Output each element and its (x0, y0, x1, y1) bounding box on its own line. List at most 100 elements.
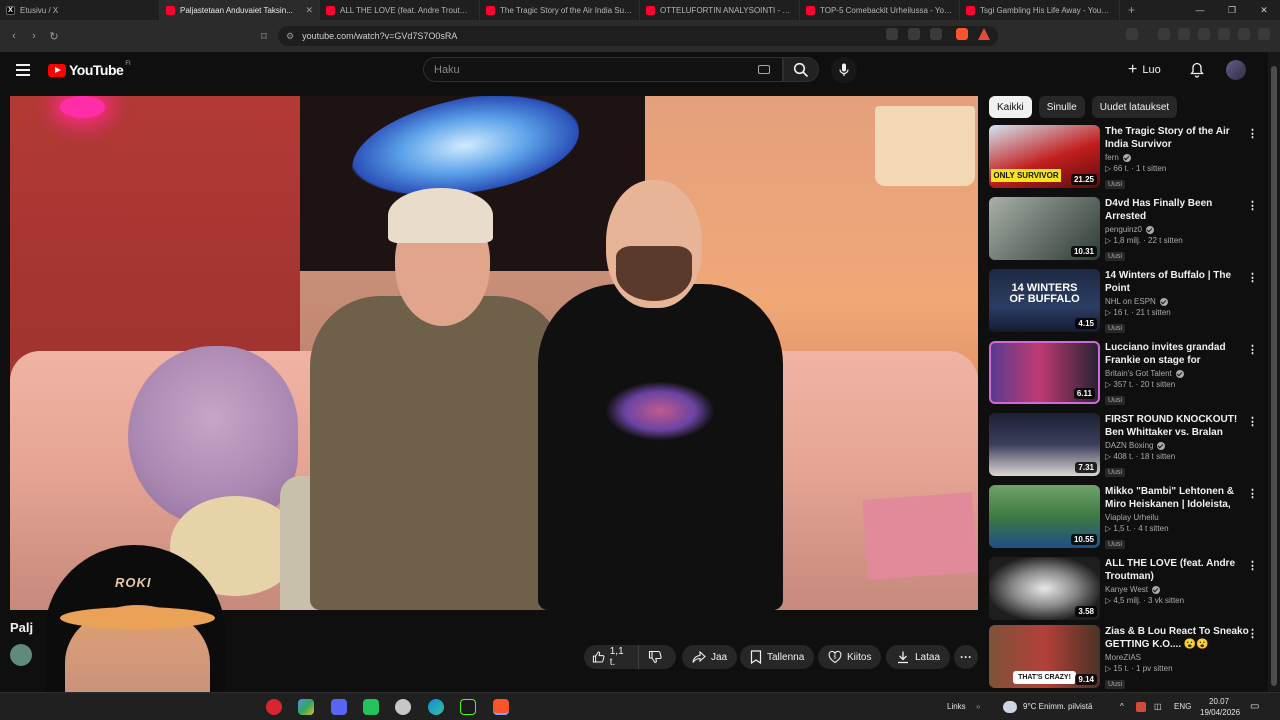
browser-tab[interactable]: OTTELUFORTIN ANALYSOINTI - YouT... (640, 0, 800, 20)
save-button[interactable]: Tallenna (740, 645, 815, 669)
recommendation-channel[interactable]: Britain's Got Talent (1105, 369, 1253, 378)
browser-tab[interactable]: TOP-5 Comebackit Urheilussa - YouT... (800, 0, 960, 20)
video-thumbnail[interactable]: 10.31 (989, 197, 1100, 260)
recommendation-title[interactable]: Lucciano invites grandad Frankie on stag… (1105, 341, 1253, 367)
tray-app-icon[interactable] (1136, 702, 1146, 712)
voice-search-button[interactable] (831, 57, 857, 83)
recommendation-title[interactable]: D4vd Has Finally Been Arrested (1105, 197, 1253, 223)
cast-icon[interactable] (908, 28, 920, 40)
app-icon[interactable] (363, 699, 379, 715)
more-vertical-icon[interactable]: ⋮ (1247, 487, 1258, 500)
dislike-button[interactable] (639, 645, 676, 669)
chevron-icon[interactable]: » (976, 702, 980, 711)
hamburger-menu-icon[interactable] (16, 64, 30, 76)
browser-tab-active[interactable]: Paljastetaan Anduvaiet Taksin... ✕ (160, 0, 320, 20)
chip-sinulle[interactable]: Sinulle (1038, 96, 1085, 118)
download-button[interactable]: Lataa (886, 645, 951, 669)
close-tab-icon[interactable]: ✕ (305, 5, 313, 16)
more-vertical-icon[interactable]: ⋮ (1247, 627, 1258, 640)
recommendation-title[interactable]: FIRST ROUND KNOCKOUT! Ben Whittaker vs. … (1105, 413, 1253, 439)
video-thumbnail[interactable]: 7.31 (989, 413, 1100, 476)
vpn-icon[interactable] (1238, 28, 1250, 40)
account-avatar[interactable] (1226, 60, 1246, 80)
recommendation-title[interactable]: 14 Winters of Buffalo | The Point (1105, 269, 1253, 295)
recommendation-item[interactable]: 10.55 Mikko "Bambi" Lehtonen & Miro Heis… (989, 485, 1269, 549)
more-vertical-icon[interactable]: ⋮ (1247, 415, 1258, 428)
page-scrollbar[interactable] (1268, 52, 1280, 692)
recommendation-title[interactable]: The Tragic Story of the Air India Surviv… (1105, 125, 1253, 151)
search-input[interactable] (434, 63, 734, 76)
menu-icon[interactable] (1258, 28, 1270, 40)
browser-tab-x[interactable]: X Etusivu / X (0, 0, 160, 20)
leo-icon[interactable] (1218, 28, 1230, 40)
video-thumbnail[interactable]: 3.58 (989, 557, 1100, 620)
search-button[interactable] (783, 57, 819, 82)
recommendation-channel[interactable]: Kanye West (1105, 585, 1253, 594)
close-window-icon[interactable]: ✕ (1248, 0, 1280, 20)
browser-tab[interactable]: Tsgi Gambling His Life Away - YouTu... (960, 0, 1120, 20)
translate-icon[interactable] (886, 28, 898, 40)
reload-icon[interactable]: ↻ (44, 30, 64, 43)
site-info-icon[interactable]: ⚙ (286, 31, 294, 42)
more-actions-button[interactable]: ··· (954, 645, 978, 669)
recommendation-item[interactable]: 7.31 FIRST ROUND KNOCKOUT! Ben Whittaker… (989, 413, 1269, 477)
clock-date[interactable]: 19/04/2026 (1200, 708, 1240, 717)
chip-kaikki[interactable]: Kaikki (989, 96, 1032, 118)
keyboard-icon[interactable] (758, 65, 770, 74)
sidebar-icon[interactable] (1178, 28, 1190, 40)
weather-text[interactable]: 9°C Enimm. pilvistä (1023, 702, 1092, 711)
app-icon[interactable] (298, 699, 314, 715)
edge-icon[interactable] (428, 699, 444, 715)
extension-icon[interactable] (1126, 28, 1138, 40)
recommendation-item[interactable]: ONLY SURVIVOR 21.25 The Tragic Story of … (989, 125, 1269, 189)
recommendation-item[interactable]: 6.11 Lucciano invites grandad Frankie on… (989, 341, 1269, 405)
app-icon[interactable] (460, 699, 476, 715)
recommendation-item[interactable]: 3.58 ALL THE LOVE (feat. Andre Troutman)… (989, 557, 1269, 621)
chip-uudet-lataukset[interactable]: Uudet lataukset (1091, 96, 1178, 118)
create-button[interactable]: + Luo (1128, 61, 1161, 79)
maximize-icon[interactable]: ❐ (1216, 0, 1248, 20)
more-vertical-icon[interactable]: ⋮ (1247, 127, 1258, 140)
language-indicator[interactable]: ENG (1174, 702, 1191, 711)
recommendation-item[interactable]: 14 WINTERS OF BUFFALO 4.15 14 Winters of… (989, 269, 1269, 333)
video-thumbnail[interactable]: 10.55 (989, 485, 1100, 548)
video-thumbnail[interactable]: 6.11 (989, 341, 1100, 404)
network-icon[interactable]: ◫ (1154, 702, 1162, 711)
new-tab-icon[interactable]: + (1128, 3, 1135, 17)
browser-tab[interactable]: ALL THE LOVE (feat. Andre Troutman... (320, 0, 480, 20)
recommendation-title[interactable]: Mikko "Bambi" Lehtonen & Miro Heiskanen … (1105, 485, 1253, 511)
recommendation-channel[interactable]: penguinz0 (1105, 225, 1253, 234)
scrollbar-thumb[interactable] (1271, 66, 1277, 686)
more-vertical-icon[interactable]: ⋮ (1247, 271, 1258, 284)
recommendation-channel[interactable]: fern (1105, 153, 1253, 162)
video-thumbnail[interactable]: THAT'S CRAZY! 9.14 (989, 625, 1100, 688)
tray-chevron-icon[interactable]: ^ (1120, 702, 1124, 711)
channel-avatar[interactable] (10, 644, 32, 666)
share-page-icon[interactable] (930, 28, 942, 40)
recommendation-channel[interactable]: MoreZIAS (1105, 653, 1253, 662)
share-button[interactable]: Jaa (682, 645, 738, 669)
recommendation-channel[interactable]: NHL on ESPN (1105, 297, 1253, 306)
recommendation-channel[interactable]: DAZN Boxing (1105, 441, 1253, 450)
brave-shields-icon[interactable] (956, 28, 968, 40)
media-icon[interactable] (1158, 28, 1170, 40)
brave-icon[interactable] (493, 699, 509, 715)
recommendation-title[interactable]: Zias & B Lou React To Sneako GETTING K.O… (1105, 625, 1253, 651)
like-button[interactable]: 1,1 t. (584, 645, 639, 669)
recommendation-item[interactable]: 10.31 D4vd Has Finally Been Arrested pen… (989, 197, 1269, 261)
recommendation-item[interactable]: THAT'S CRAZY! 9.14 Zias & B Lou React To… (989, 625, 1269, 689)
more-vertical-icon[interactable]: ⋮ (1247, 343, 1258, 356)
bookmark-icon[interactable]: ⌑ (254, 30, 274, 43)
browser-tab[interactable]: The Tragic Story of the Air India Surv..… (480, 0, 640, 20)
back-icon[interactable]: ‹ (4, 30, 24, 42)
app-icon[interactable] (395, 699, 411, 715)
recommendation-channel[interactable]: Viaplay Urheilu (1105, 513, 1253, 522)
forward-icon[interactable]: › (24, 30, 44, 42)
discord-icon[interactable] (331, 699, 347, 715)
notifications-button[interactable] (1188, 61, 1206, 79)
video-player[interactable] (10, 96, 978, 610)
video-thumbnail[interactable]: 14 WINTERS OF BUFFALO 4.15 (989, 269, 1100, 332)
wallet-icon[interactable] (1198, 28, 1210, 40)
youtube-logo[interactable]: YouTube FI (48, 61, 131, 78)
notification-center-icon[interactable]: ▭ (1250, 701, 1259, 712)
